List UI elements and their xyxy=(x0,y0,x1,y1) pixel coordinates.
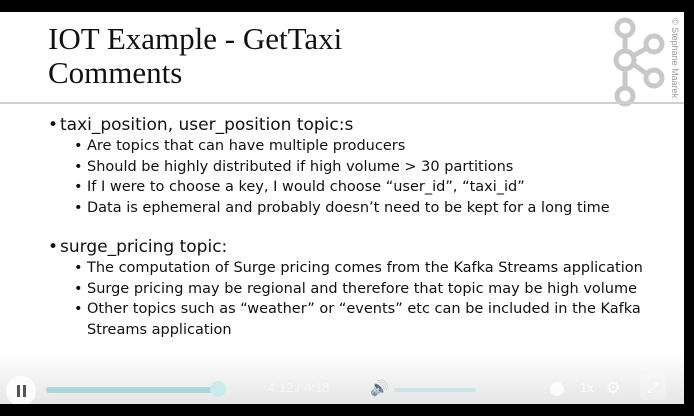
title-line-1: IOT Example - GetTaxi xyxy=(48,21,343,56)
progress-fill xyxy=(46,387,218,393)
section-2: • surge_pricing topic: • The computation o… xyxy=(48,236,648,340)
title-line-2: Comments xyxy=(48,55,183,90)
time-display: 4:12 / 4:18 xyxy=(268,380,330,395)
pause-button[interactable] xyxy=(6,376,36,404)
video-player: IOT Example - GetTaxi Comments © Stephan… xyxy=(0,0,694,416)
captions-icon[interactable] xyxy=(550,382,564,396)
list-item: • Surge pricing may be regional and there… xyxy=(74,280,638,297)
progress-bar[interactable] xyxy=(46,387,222,393)
title-divider xyxy=(0,102,684,104)
list-item: • Other topics such as “weather” or “even… xyxy=(74,301,641,338)
playback-speed-button[interactable]: 1x xyxy=(580,380,594,395)
list-item: • The computation of Surge pricing comes … xyxy=(74,260,643,276)
progress-handle[interactable] xyxy=(209,381,226,397)
slide-body: • taxi_position, user_position topic:s • A… xyxy=(48,114,648,358)
section-1: • taxi_position, user_position topic:s • A… xyxy=(48,114,648,218)
section-heading: • surge_pricing topic: xyxy=(48,237,228,257)
list-item: • If I were to choose a key, I would choo… xyxy=(74,179,525,195)
player-controls: 4:12 / 4:18 🔊 1x ⚙ ⤢ xyxy=(0,352,684,404)
volume-slider[interactable] xyxy=(394,388,476,392)
pause-icon xyxy=(17,385,20,397)
section-heading: • taxi_position, user_position topic:s xyxy=(48,115,354,135)
slide-title: IOT Example - GetTaxi Comments xyxy=(48,22,342,90)
fullscreen-button[interactable]: ⤢ xyxy=(640,374,666,400)
kafka-logo-icon xyxy=(613,17,665,107)
copyright-text: © Stephane Maarek xyxy=(670,18,680,99)
list-item: • Data is ephemeral and probably doesn’t … xyxy=(74,199,610,216)
slide: IOT Example - GetTaxi Comments © Stephan… xyxy=(0,12,684,404)
volume-icon[interactable]: 🔊 xyxy=(370,381,389,396)
list-item: • Are topics that can have multiple produ… xyxy=(74,138,406,154)
list-item: • Should be highly distributed if high vo… xyxy=(74,158,514,175)
gear-icon[interactable]: ⚙ xyxy=(606,381,620,397)
